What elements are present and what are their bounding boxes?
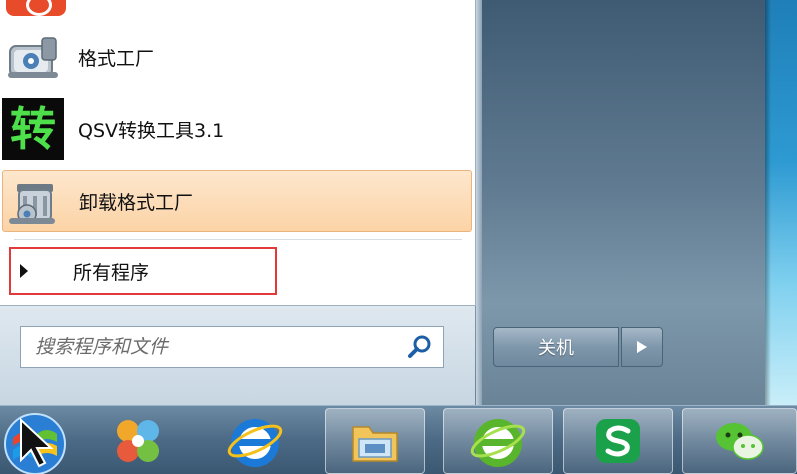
program-label: 格式工厂	[78, 47, 155, 70]
shutdown-label: 关机	[538, 338, 574, 359]
expand-arrow-icon	[20, 264, 28, 278]
shutdown-button[interactable]: 关机	[493, 327, 619, 367]
file-explorer-icon	[352, 426, 398, 462]
program-item-qsv-converter[interactable]: 转 QSV转换工具3.1	[2, 98, 472, 160]
start-button[interactable]	[0, 408, 80, 474]
program-item-format-factory[interactable]: 格式工厂	[2, 26, 472, 88]
program-item-uninstall-format-factory[interactable]: 卸载格式工厂	[2, 170, 472, 232]
taskbar	[0, 405, 797, 474]
qsv-converter-icon: 转	[2, 98, 64, 160]
search-box[interactable]	[20, 326, 444, 368]
shutdown-group: 关机	[493, 327, 663, 367]
start-menu: 格式工厂 转 QSV转换工具3.1 卸载格式工厂 所有程序 搜索程序和文件 关机	[0, 0, 765, 405]
program-label: 卸载格式工厂	[79, 191, 194, 214]
qsv-glyph: 转	[10, 102, 56, 156]
chevron-right-icon	[637, 341, 647, 353]
uninstall-format-factory-icon	[3, 170, 65, 232]
partial-app-icon[interactable]	[6, 0, 66, 16]
programs-pane: 格式工厂 转 QSV转换工具3.1 卸载格式工厂 所有程序	[0, 0, 476, 306]
taskbar-internet-explorer[interactable]	[205, 408, 305, 474]
taskbar-green-browser[interactable]	[443, 408, 553, 474]
menu-divider	[14, 239, 462, 240]
search-area	[0, 306, 475, 405]
search-icon[interactable]	[405, 332, 435, 362]
shutdown-options-button[interactable]	[621, 327, 663, 367]
taskbar-file-explorer[interactable]	[325, 408, 425, 474]
desktop-background	[765, 0, 797, 405]
format-factory-icon	[2, 26, 64, 88]
taskbar-wps[interactable]	[563, 408, 673, 474]
app-clover-icon	[117, 420, 159, 462]
all-programs-button[interactable]: 所有程序	[9, 247, 277, 295]
search-input[interactable]	[21, 327, 405, 367]
start-orb-icon	[4, 413, 66, 474]
program-label: QSV转换工具3.1	[78, 119, 225, 142]
taskbar-wechat[interactable]	[682, 408, 797, 474]
wps-icon	[596, 419, 640, 463]
all-programs-label: 所有程序	[73, 261, 150, 284]
wechat-icon	[715, 423, 764, 460]
pane-divider	[476, 0, 482, 405]
green-browser-icon	[470, 419, 526, 467]
taskbar-app-clover[interactable]	[88, 408, 188, 474]
internet-explorer-icon	[227, 419, 283, 467]
